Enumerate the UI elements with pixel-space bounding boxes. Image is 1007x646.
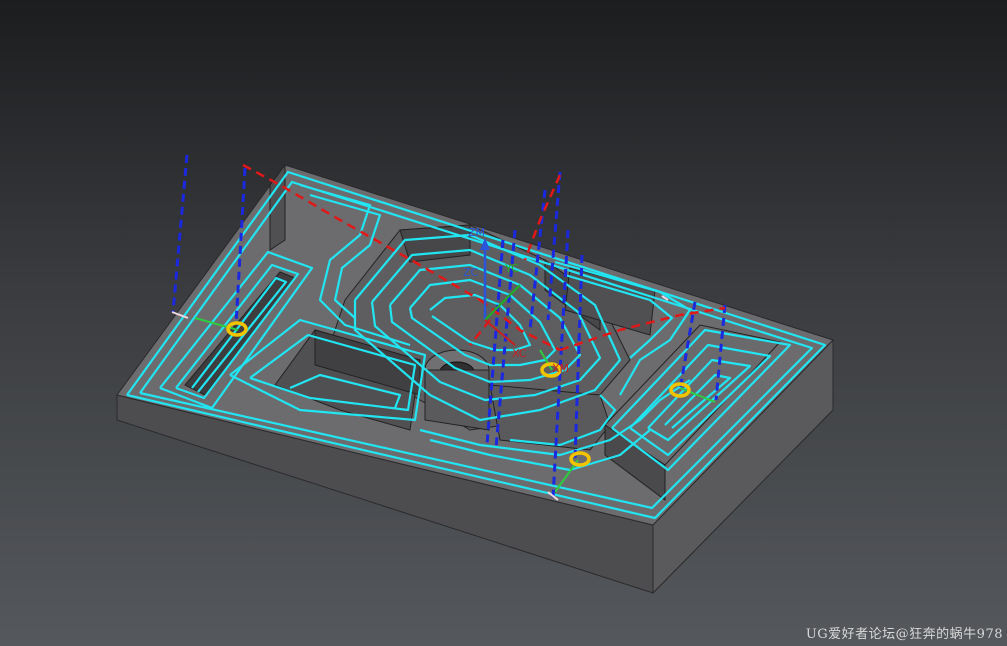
graphics-viewport[interactable]: ZM ZC YC XM XC [0,0,1007,646]
lower-middle-pocket [489,384,611,451]
axis-label-yc: YC [504,262,519,275]
axis-label-zc: ZC [463,266,479,279]
axis-label-xm: XM [552,362,569,375]
axis-label-xc: XC [512,347,527,360]
boss-wall [424,369,490,431]
watermark-text: UG爱好者论坛@狂奔的蜗牛978 [805,627,1003,642]
axis-label-zm: ZM [468,226,485,239]
